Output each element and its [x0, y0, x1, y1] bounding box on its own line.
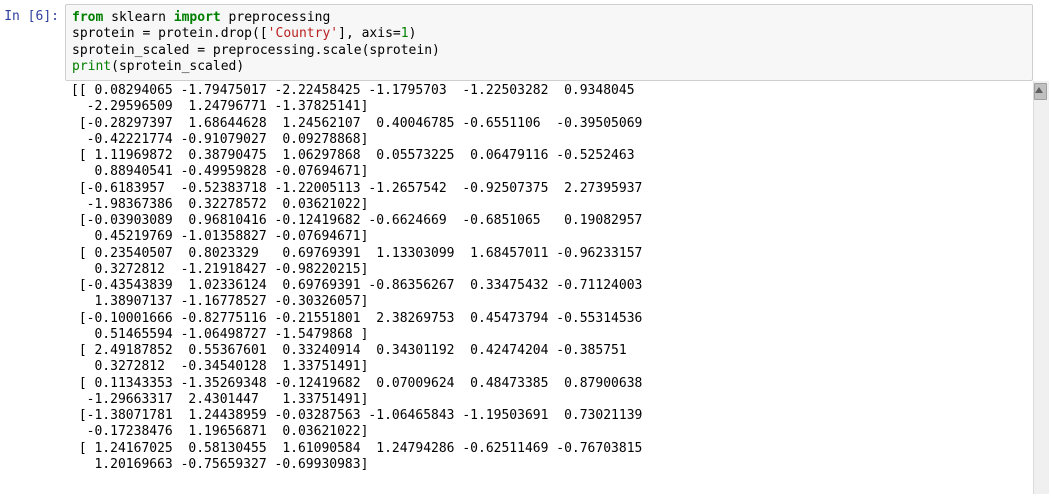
code-line2c: ) [409, 26, 417, 41]
code-line2b: ], axis= [338, 26, 401, 41]
kw-import: import [174, 10, 221, 25]
scrollbar-thumb[interactable] [1034, 83, 1047, 100]
scroll-up-arrow-icon [1035, 87, 1043, 93]
scrollbar[interactable] [1033, 81, 1049, 494]
output-cell: Out[6]: [[ 0.08294065 -1.79475017 -2.224… [2, 81, 1049, 494]
code-line2a: sprotein = protein.drop([ [72, 26, 268, 41]
notebook-cell: In [6]: from sklearn import preprocessin… [0, 0, 1051, 498]
input-prompt: In [6]: [2, 4, 65, 81]
stdout-output[interactable]: [[ 0.08294065 -1.79475017 -2.22458425 -1… [65, 81, 1033, 494]
input-cell: In [6]: from sklearn import preprocessin… [2, 4, 1049, 81]
mod-name: sklearn [103, 10, 173, 25]
string-literal: 'Country' [268, 26, 338, 41]
print-call: print [72, 59, 111, 74]
print-args: (sprotein_scaled) [111, 59, 244, 74]
import-target: preprocessing [221, 10, 331, 25]
code-line3: sprotein_scaled = preprocessing.scale(sp… [72, 43, 440, 58]
number-literal: 1 [401, 26, 409, 41]
kw-from: from [72, 10, 103, 25]
code-input[interactable]: from sklearn import preprocessing sprote… [65, 4, 1033, 81]
